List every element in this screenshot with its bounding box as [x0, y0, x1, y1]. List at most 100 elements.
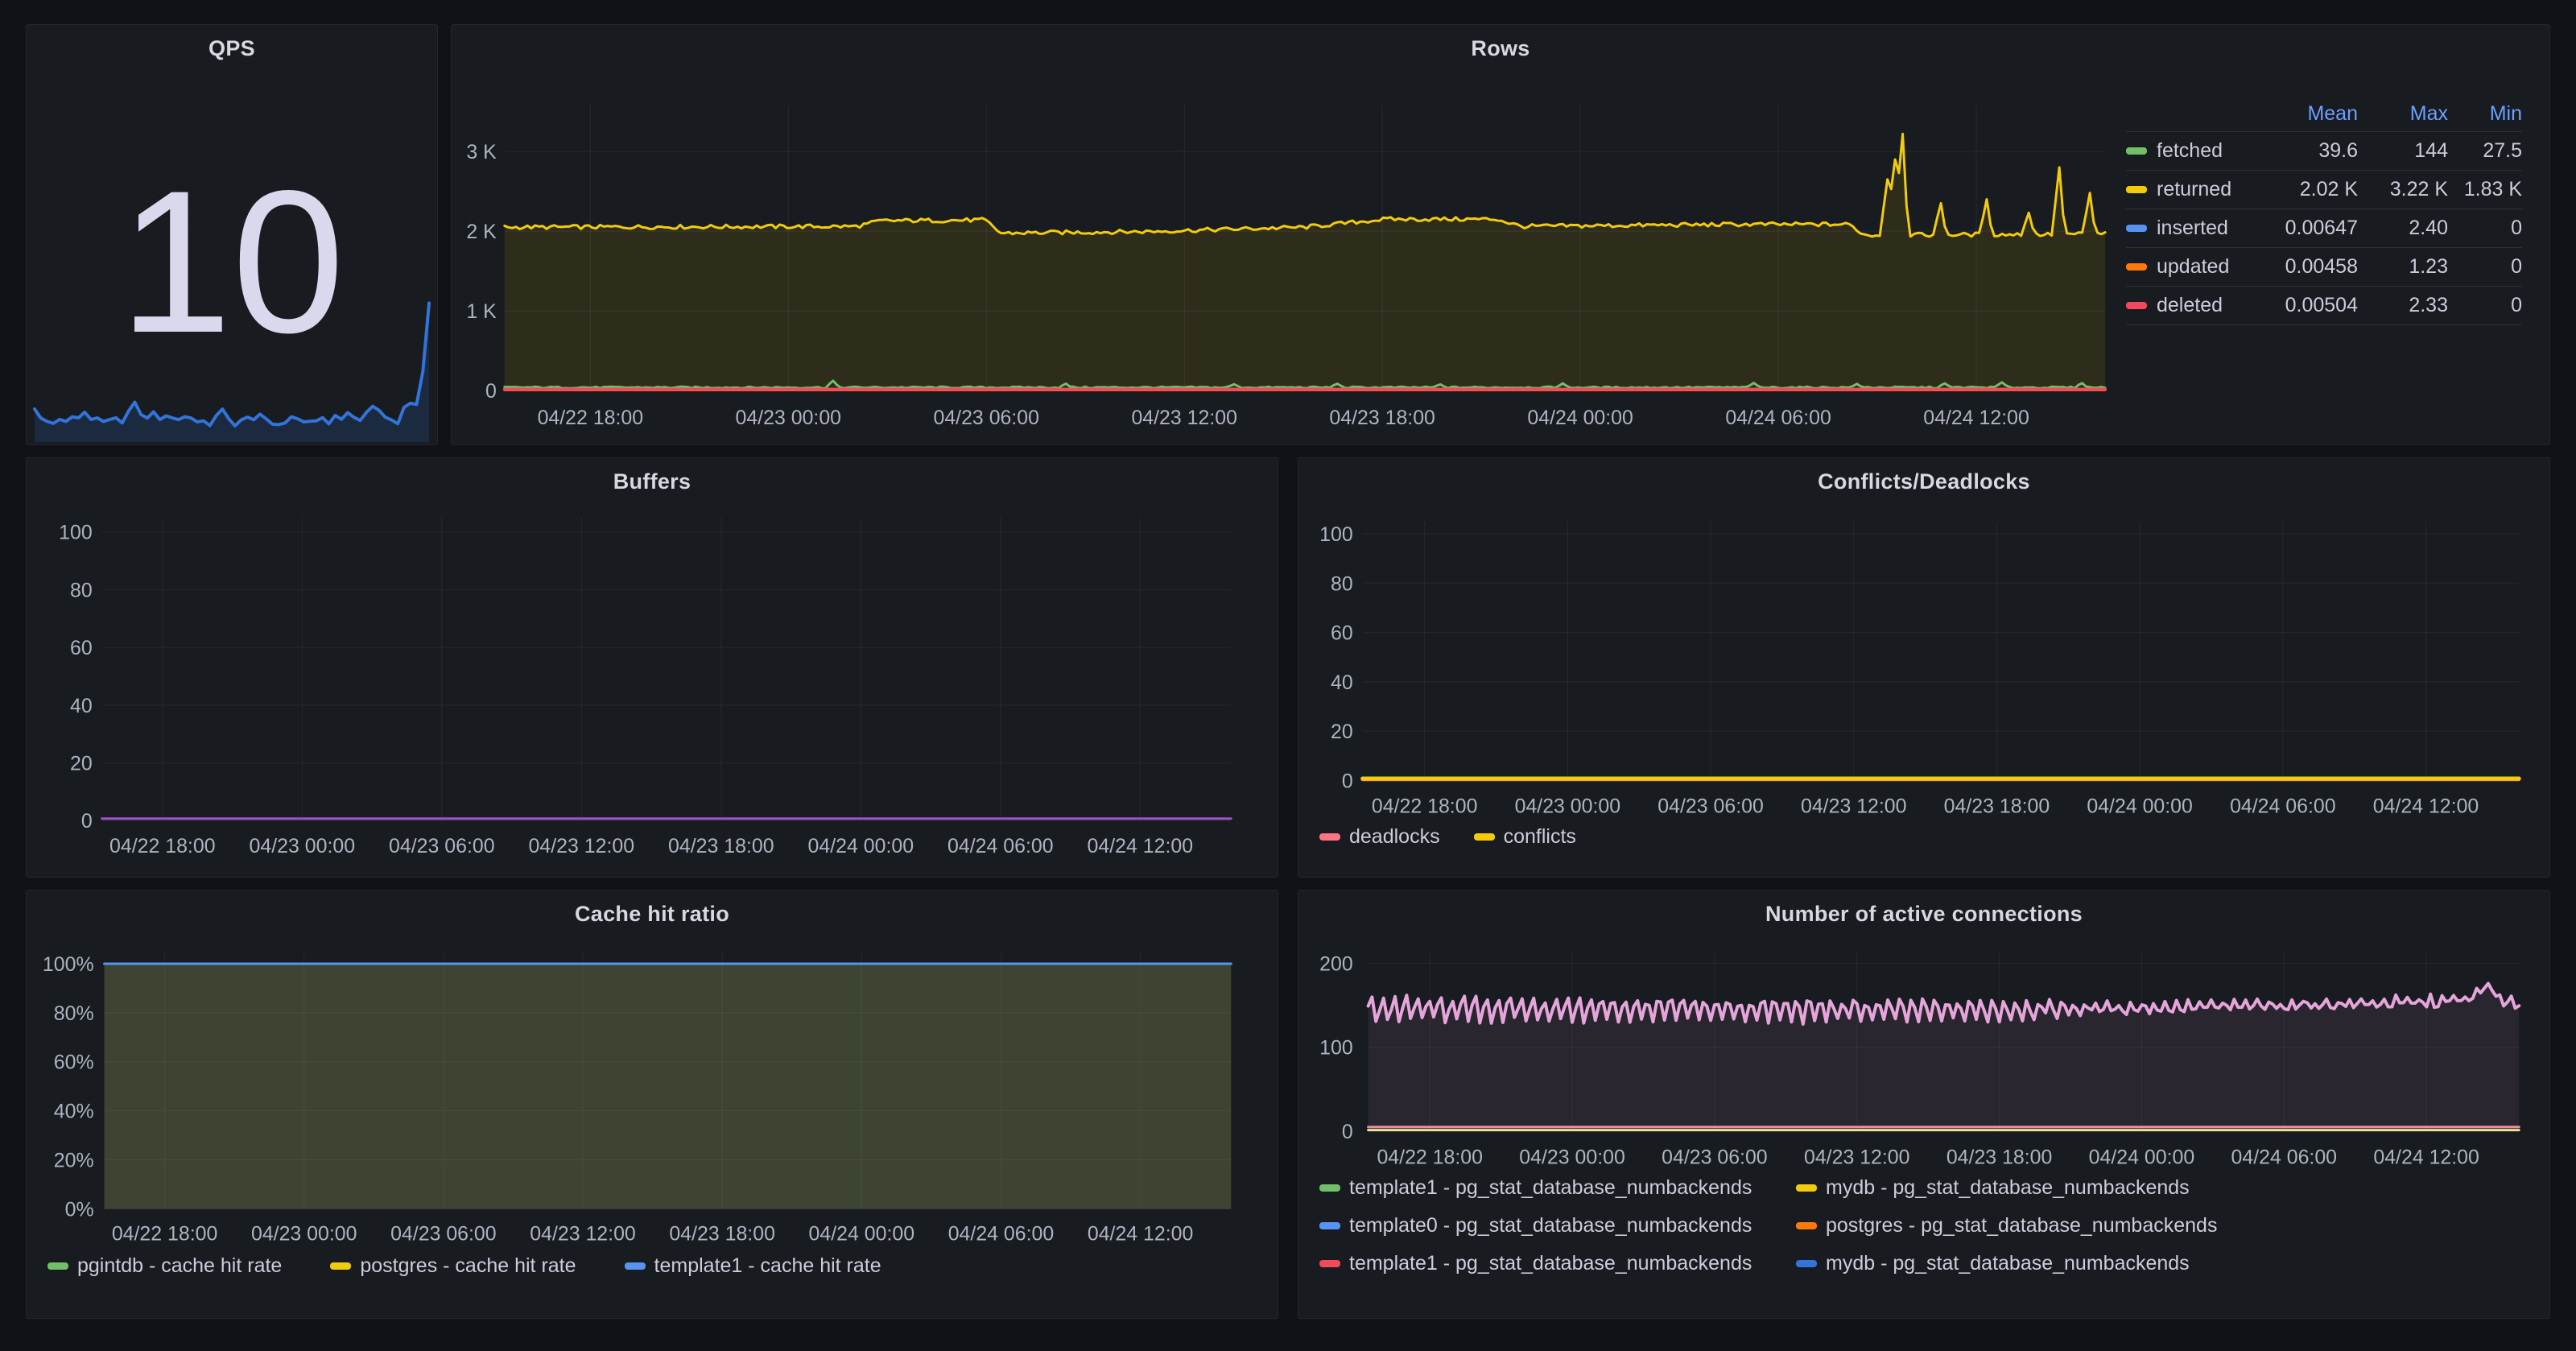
legend-value-min: 0 [2448, 294, 2522, 317]
series-color-swatch [2126, 263, 2147, 271]
legend-header-min[interactable]: Min [2448, 102, 2522, 126]
svg-text:04/23 00:00: 04/23 00:00 [250, 835, 356, 857]
buffers-timeseries-chart[interactable]: 02040608010004/22 18:0004/23 00:0004/23 … [27, 458, 1278, 877]
legend-item[interactable]: template0 - pg_stat_database_numbackends [1319, 1212, 1796, 1239]
legend-series-name: fetched [2126, 139, 2261, 163]
svg-text:04/23 06:00: 04/23 06:00 [933, 407, 1039, 429]
legend-value-mean: 0.00504 [2261, 294, 2358, 317]
legend-header-mean[interactable]: Mean [2261, 102, 2358, 126]
legend-item[interactable]: postgres - cache hit rate [330, 1254, 576, 1278]
legend-item[interactable]: template1 - pg_stat_database_numbackends [1319, 1250, 1796, 1277]
legend-item[interactable]: mydb - pg_stat_database_numbackends [1796, 1250, 2217, 1277]
panel-title-rows[interactable]: Rows [452, 36, 2549, 61]
svg-text:04/24 12:00: 04/24 12:00 [1923, 407, 2029, 429]
svg-text:40: 40 [70, 695, 93, 717]
legend-table-row[interactable]: fetched39.614427.5 [2126, 131, 2522, 170]
legend-item[interactable]: postgres - pg_stat_database_numbackends [1796, 1212, 2217, 1239]
legend-item-label: postgres - pg_stat_database_numbackends [1826, 1214, 2217, 1237]
legend-header-max[interactable]: Max [2358, 102, 2448, 126]
series-color-swatch [1319, 1222, 1340, 1229]
legend-item[interactable]: conflicts [1474, 825, 1576, 849]
legend-table-row[interactable]: returned2.02 K3.22 K1.83 K [2126, 170, 2522, 209]
panel-title-buffers[interactable]: Buffers [27, 469, 1278, 494]
series-color-swatch [2126, 302, 2147, 309]
panel-qps: QPS 10 [26, 24, 438, 445]
svg-text:80: 80 [1331, 572, 1353, 595]
svg-text:60: 60 [70, 637, 93, 659]
svg-text:0: 0 [81, 810, 93, 832]
legend-item[interactable]: deadlocks [1319, 825, 1440, 849]
svg-text:100: 100 [1319, 1037, 1353, 1060]
svg-text:04/23 06:00: 04/23 06:00 [389, 835, 495, 857]
svg-text:80: 80 [70, 579, 93, 601]
rows-legend-header: Mean Max Min [2126, 96, 2522, 131]
legend-item-label: template1 - cache hit rate [654, 1254, 881, 1278]
legend-series-name: inserted [2126, 217, 2261, 240]
svg-text:04/23 18:00: 04/23 18:00 [668, 835, 774, 857]
svg-text:04/24 12:00: 04/24 12:00 [1088, 835, 1194, 857]
svg-text:100%: 100% [43, 953, 94, 976]
conflicts-timeseries-chart[interactable]: 02040608010004/22 18:0004/23 00:0004/23 … [1298, 458, 2549, 877]
panel-rows: Rows 01 K2 K3 K04/22 18:0004/23 00:0004/… [451, 24, 2550, 445]
svg-text:04/22 18:00: 04/22 18:00 [1372, 795, 1478, 817]
svg-text:40%: 40% [54, 1101, 94, 1123]
series-color-swatch [1319, 1184, 1340, 1192]
legend-item[interactable]: mydb - pg_stat_database_numbackends [1796, 1174, 2217, 1201]
svg-text:04/22 18:00: 04/22 18:00 [538, 407, 644, 429]
legend-item-label: template1 - pg_stat_database_numbackends [1349, 1176, 1752, 1200]
svg-text:04/23 18:00: 04/23 18:00 [1329, 407, 1435, 429]
panel-cache-hit-ratio: Cache hit ratio 0%20%40%60%80%100%04/22 … [26, 890, 1278, 1319]
svg-text:04/23 12:00: 04/23 12:00 [1131, 407, 1237, 429]
svg-text:04/23 06:00: 04/23 06:00 [1662, 1146, 1768, 1169]
legend-table-row[interactable]: deleted0.005042.330 [2126, 286, 2522, 325]
panel-title-cache[interactable]: Cache hit ratio [27, 902, 1278, 927]
series-color-swatch [2126, 186, 2147, 193]
svg-text:60: 60 [1331, 622, 1353, 645]
legend-table-row[interactable]: inserted0.006472.400 [2126, 209, 2522, 247]
series-color-swatch [2126, 225, 2147, 232]
series-color-swatch [625, 1262, 646, 1270]
series-color-swatch [1474, 833, 1495, 841]
svg-text:04/24 12:00: 04/24 12:00 [2373, 795, 2479, 817]
series-color-swatch [2126, 147, 2147, 155]
svg-text:04/22 18:00: 04/22 18:00 [1377, 1146, 1483, 1169]
svg-text:04/23 12:00: 04/23 12:00 [1801, 795, 1907, 817]
svg-text:04/24 00:00: 04/24 00:00 [808, 835, 914, 857]
legend-series-label: deleted [2157, 294, 2223, 317]
svg-text:04/23 12:00: 04/23 12:00 [530, 1222, 636, 1245]
svg-text:04/23 06:00: 04/23 06:00 [1657, 795, 1764, 817]
svg-text:1 K: 1 K [466, 300, 497, 323]
svg-text:100: 100 [1319, 523, 1353, 546]
grafana-dashboard: { "time_axis": { "labels": ["04/22 18:00… [0, 0, 2576, 1351]
legend-value-max: 144 [2358, 139, 2448, 163]
qps-stat-value: 10 [27, 146, 437, 379]
legend-item-label: template1 - pg_stat_database_numbackends [1349, 1252, 1752, 1275]
svg-text:04/23 00:00: 04/23 00:00 [1519, 1146, 1625, 1169]
svg-text:0: 0 [1342, 1121, 1353, 1143]
svg-text:04/23 00:00: 04/23 00:00 [1515, 795, 1621, 817]
legend-value-min: 27.5 [2448, 139, 2522, 163]
panel-title-conflicts[interactable]: Conflicts/Deadlocks [1298, 469, 2549, 494]
series-color-swatch [1319, 833, 1340, 841]
svg-text:100: 100 [59, 522, 93, 544]
svg-text:20%: 20% [54, 1150, 94, 1172]
svg-text:04/23 12:00: 04/23 12:00 [529, 835, 634, 857]
panel-title-qps[interactable]: QPS [27, 36, 437, 61]
legend-value-mean: 2.02 K [2261, 178, 2358, 201]
legend-series-name: updated [2126, 255, 2261, 279]
legend-item[interactable]: template1 - pg_stat_database_numbackends [1319, 1174, 1796, 1201]
legend-item-label: postgres - cache hit rate [360, 1254, 576, 1278]
series-color-swatch [1796, 1260, 1817, 1267]
legend-item[interactable]: template1 - cache hit rate [625, 1254, 881, 1278]
legend-item[interactable]: pgintdb - cache hit rate [47, 1254, 282, 1278]
legend-item-label: mydb - pg_stat_database_numbackends [1826, 1252, 2190, 1275]
legend-table-row[interactable]: updated0.004581.230 [2126, 247, 2522, 286]
svg-text:04/24 06:00: 04/24 06:00 [947, 835, 1054, 857]
svg-text:04/23 18:00: 04/23 18:00 [669, 1222, 775, 1245]
conflicts-legend: deadlocks conflicts [1319, 825, 1576, 849]
svg-text:0: 0 [1342, 770, 1353, 792]
panel-title-connections[interactable]: Number of active connections [1298, 902, 2549, 927]
svg-text:3 K: 3 K [466, 141, 497, 163]
cache-legend: pgintdb - cache hit rate postgres - cache… [47, 1254, 881, 1278]
svg-text:04/23 18:00: 04/23 18:00 [1944, 795, 2050, 817]
